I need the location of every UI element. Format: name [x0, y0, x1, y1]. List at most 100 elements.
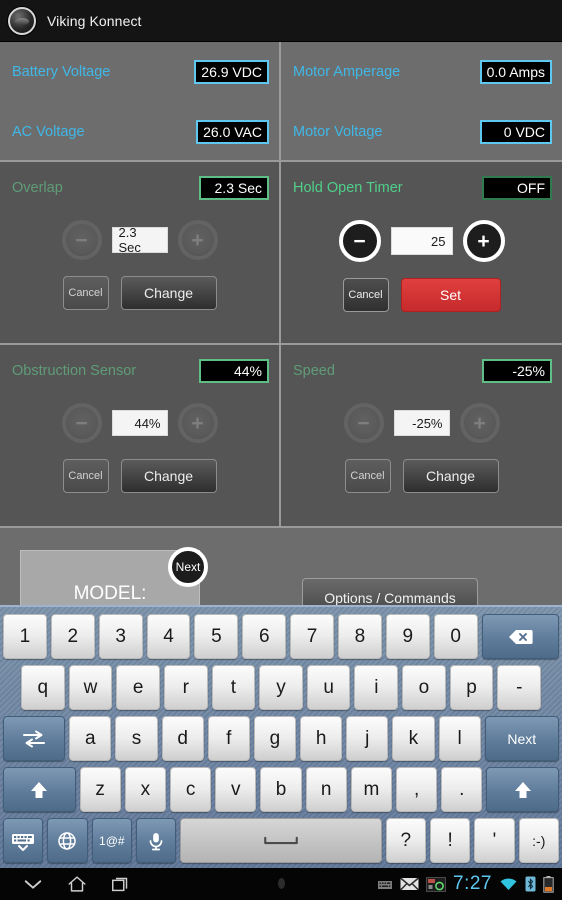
next-key[interactable]: Next — [484, 716, 559, 761]
android-navigation-bar: 7:27 — [0, 868, 562, 900]
tab-icon — [23, 730, 46, 747]
key-b[interactable]: b — [260, 767, 302, 812]
space-key[interactable] — [180, 818, 382, 863]
readout-value: 0.0 Amps — [479, 60, 552, 84]
readouts-right: Motor Amperage 0.0 Amps Motor Voltage 0 … — [281, 42, 562, 160]
shift-icon — [31, 781, 48, 798]
obstruction-sensor-stepper: − 44% + — [0, 403, 279, 443]
tab-key[interactable] — [3, 716, 66, 761]
shift-right-key[interactable] — [486, 767, 559, 812]
status-icons: 7:27 — [377, 873, 562, 895]
hold-open-timer-cancel-button[interactable]: Cancel — [342, 278, 389, 312]
hold-open-timer-minus-button[interactable]: − — [338, 220, 381, 262]
key-4[interactable]: 4 — [146, 614, 191, 659]
key-k[interactable]: k — [392, 716, 435, 761]
hold-open-timer-plus-button[interactable]: + — [462, 220, 505, 262]
key-o[interactable]: o — [402, 665, 446, 710]
hold-open-timer-set-button[interactable]: Set — [400, 278, 501, 312]
options-commands-button[interactable]: Options / Commands — [302, 578, 478, 607]
key-6[interactable]: 6 — [242, 614, 287, 659]
key-q[interactable]: q — [21, 665, 65, 710]
next-badge-button[interactable]: Next — [168, 547, 208, 587]
key-emoticon[interactable]: :-) — [518, 818, 559, 863]
key-c[interactable]: c — [169, 767, 212, 812]
key-p[interactable]: p — [449, 665, 494, 710]
keyboard-row-a: a s d f g h j k l Next — [3, 713, 559, 764]
obstruction-sensor-cancel-button[interactable]: Cancel — [62, 459, 109, 493]
overlap-plus-button[interactable]: + — [177, 220, 218, 260]
key-x[interactable]: x — [124, 767, 166, 812]
speed-value-field[interactable]: -25% — [393, 410, 450, 436]
key-0[interactable]: 0 — [433, 614, 478, 659]
key-9[interactable]: 9 — [385, 614, 430, 659]
speed-buttons: Cancel Change — [281, 459, 562, 493]
key-m[interactable]: m — [350, 767, 392, 812]
controls-row-2: Obstruction Sensor 44% − 44% + Cancel Ch… — [0, 345, 562, 528]
back-icon[interactable] — [22, 874, 44, 894]
key-y[interactable]: y — [259, 665, 303, 710]
key-s[interactable]: s — [115, 716, 158, 761]
key-g[interactable]: g — [253, 716, 297, 761]
key-3[interactable]: 3 — [98, 614, 143, 659]
globe-icon — [58, 831, 77, 850]
speed-change-button[interactable]: Change — [402, 459, 499, 493]
key-u[interactable]: u — [306, 665, 351, 710]
key-j[interactable]: j — [346, 716, 389, 761]
key-hyphen[interactable]: - — [497, 665, 542, 710]
key-question[interactable]: ? — [385, 818, 426, 863]
microphone-icon — [149, 832, 163, 850]
voice-input-key[interactable] — [135, 818, 177, 863]
key-2[interactable]: 2 — [50, 614, 95, 659]
hold-open-timer-buttons: Cancel Set — [281, 278, 562, 312]
key-l[interactable]: l — [438, 716, 481, 761]
key-period[interactable]: . — [441, 767, 483, 812]
panels-container: Battery Voltage 26.9 VDC AC Voltage 26.0… — [0, 42, 562, 535]
key-d[interactable]: d — [161, 716, 204, 761]
readout-value: 26.0 VAC — [196, 120, 269, 144]
home-icon[interactable] — [66, 874, 88, 894]
key-t[interactable]: t — [211, 665, 256, 710]
shift-left-key[interactable] — [3, 767, 76, 812]
key-v[interactable]: v — [215, 767, 257, 812]
hold-open-timer-value-field[interactable]: 25 — [390, 227, 453, 255]
readout-value: 0 VDC — [480, 120, 552, 144]
backspace-key[interactable] — [481, 614, 559, 659]
key-z[interactable]: z — [79, 767, 121, 812]
key-h[interactable]: h — [300, 716, 343, 761]
overlap-cancel-button[interactable]: Cancel — [62, 276, 109, 310]
overlap-minus-button[interactable]: − — [61, 220, 102, 260]
clock: 7:27 — [453, 873, 492, 894]
key-1[interactable]: 1 — [3, 614, 47, 659]
overlap-change-button[interactable]: Change — [120, 276, 217, 310]
hide-keyboard-key[interactable] — [3, 818, 44, 863]
readout-label: AC Voltage — [12, 124, 85, 140]
obstruction-sensor-change-button[interactable]: Change — [120, 459, 217, 493]
speed-cancel-button[interactable]: Cancel — [344, 459, 391, 493]
shift-icon — [514, 781, 531, 798]
key-5[interactable]: 5 — [194, 614, 239, 659]
key-w[interactable]: w — [68, 665, 113, 710]
key-7[interactable]: 7 — [290, 614, 335, 659]
speed-plus-button[interactable]: + — [459, 403, 500, 443]
key-n[interactable]: n — [305, 767, 347, 812]
key-f[interactable]: f — [207, 716, 250, 761]
key-e[interactable]: e — [116, 665, 160, 710]
key-i[interactable]: i — [354, 665, 399, 710]
nav-buttons — [0, 874, 132, 894]
key-8[interactable]: 8 — [338, 614, 382, 659]
key-r[interactable]: r — [163, 665, 208, 710]
obstruction-sensor-plus-button[interactable]: + — [177, 403, 218, 443]
key-comma[interactable]: , — [396, 767, 438, 812]
obstruction-sensor-minus-button[interactable]: − — [61, 403, 102, 443]
control-title: Overlap — [12, 180, 63, 196]
obstruction-sensor-value-field[interactable]: 44% — [111, 410, 168, 436]
recent-apps-icon[interactable] — [110, 874, 132, 894]
key-a[interactable]: a — [69, 716, 112, 761]
symbols-key[interactable]: 1@# — [91, 818, 132, 863]
key-exclamation[interactable]: ! — [429, 818, 471, 863]
control-overlap: Overlap 2.3 Sec − 2.3 Sec + Cancel Chang… — [0, 162, 281, 343]
key-apostrophe[interactable]: ' — [474, 818, 515, 863]
overlap-value-field[interactable]: 2.3 Sec — [111, 225, 168, 255]
language-globe-key[interactable] — [47, 818, 88, 863]
speed-minus-button[interactable]: − — [343, 403, 384, 443]
